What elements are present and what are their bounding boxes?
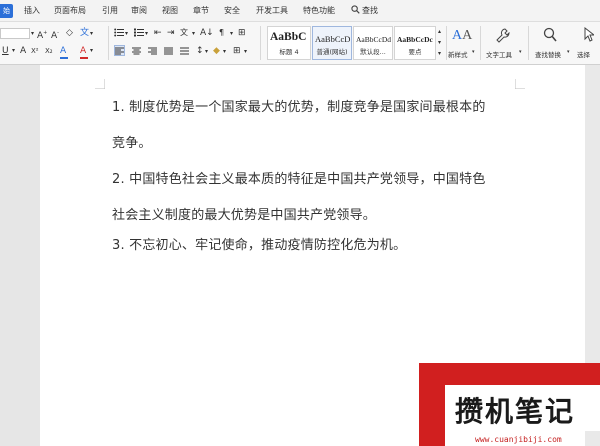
sort-icon[interactable]: A↓ bbox=[200, 28, 214, 38]
menu-bar: 始 插入 页面布局 引用 审阅 视图 章节 安全 开发工具 特色功能 查找 bbox=[0, 0, 600, 22]
style-name: 默认段... bbox=[360, 48, 386, 56]
decrease-indent-icon[interactable]: ⇤ bbox=[154, 28, 162, 38]
style-name: 标题 4 bbox=[279, 48, 299, 56]
align-center-icon[interactable] bbox=[132, 47, 141, 55]
ribbon-divider bbox=[528, 26, 529, 60]
chevron-down-icon[interactable]: ▾ bbox=[230, 29, 233, 39]
tab-references[interactable]: 引用 bbox=[102, 5, 118, 16]
text-effect-swatch bbox=[60, 57, 68, 59]
phonetic-guide-icon[interactable]: 文 bbox=[80, 28, 89, 38]
chevron-down-icon[interactable]: ▾ bbox=[223, 47, 226, 57]
grow-font-icon[interactable]: A+ bbox=[37, 28, 47, 41]
increase-indent-icon[interactable]: ⇥ bbox=[167, 28, 175, 38]
paragraph-line: 2. 中国特色社会主义最本质的特征是中国共产党领导，中国特色 bbox=[112, 172, 486, 187]
watermark-logo-text: 攒机笔记 bbox=[455, 395, 576, 428]
distribute-icon[interactable] bbox=[180, 47, 189, 55]
chevron-down-icon[interactable]: ▾ bbox=[519, 49, 522, 55]
chevron-down-icon[interactable]: ▾ bbox=[31, 29, 34, 39]
cursor-icon[interactable] bbox=[584, 27, 594, 42]
paragraph-2[interactable]: 2. 中国特色社会主义最本质的特征是中国共产党领导，中国特色 社会主义制度的最大… bbox=[112, 162, 532, 234]
superscript-icon[interactable]: X² bbox=[31, 46, 39, 56]
search-icon[interactable] bbox=[351, 5, 360, 14]
find-replace-label[interactable]: 查找替换 bbox=[535, 49, 561, 59]
style-key-points[interactable]: AaBbCcDc 要点 bbox=[394, 26, 436, 60]
style-name: 要点 bbox=[408, 48, 422, 56]
tab-chapter[interactable]: 章节 bbox=[193, 5, 209, 16]
chevron-down-icon[interactable]: ▾ bbox=[12, 46, 15, 56]
gallery-up-icon[interactable]: ▴ bbox=[438, 27, 441, 37]
shading-icon[interactable]: ◆ bbox=[213, 46, 220, 56]
tab-review[interactable]: 审阅 bbox=[131, 5, 147, 16]
ribbon-divider bbox=[108, 26, 109, 60]
numbering-icon[interactable] bbox=[134, 28, 144, 37]
borders-icon[interactable]: ⊞ bbox=[233, 46, 241, 56]
tab-developer-tools[interactable]: 开发工具 bbox=[256, 5, 288, 16]
table-icon[interactable]: ⊞ bbox=[238, 28, 246, 38]
chevron-down-icon[interactable]: ▾ bbox=[90, 46, 93, 56]
subscript-icon[interactable]: X₂ bbox=[45, 46, 53, 56]
chevron-down-icon[interactable]: ▾ bbox=[125, 29, 128, 39]
font-size-box[interactable] bbox=[0, 28, 30, 39]
chinese-layout-icon[interactable]: 文 bbox=[180, 28, 188, 38]
chevron-down-icon[interactable]: ▾ bbox=[205, 47, 208, 57]
paragraph-line: 竞争。 bbox=[112, 136, 152, 151]
style-preview: AaBbC bbox=[270, 31, 307, 43]
shrink-font-icon[interactable]: A- bbox=[51, 28, 59, 41]
chevron-down-icon[interactable]: ▾ bbox=[192, 29, 195, 39]
underline-icon[interactable]: U bbox=[2, 46, 9, 56]
clear-format-icon[interactable]: ◇ bbox=[66, 28, 73, 38]
tab-insert[interactable]: 插入 bbox=[24, 5, 40, 16]
chevron-down-icon[interactable]: ▾ bbox=[567, 49, 570, 55]
align-left-icon bbox=[115, 47, 124, 55]
paragraph-3[interactable]: 3. 不忘初心、牢记使命，推动疫情防控化危为机。 bbox=[112, 228, 532, 264]
new-style-label[interactable]: 新样式 bbox=[448, 49, 468, 59]
style-name: 普通(网站) bbox=[316, 48, 348, 56]
ribbon-divider bbox=[480, 26, 481, 60]
text-tools-label[interactable]: 文字工具 bbox=[486, 49, 512, 59]
style-heading4[interactable]: AaBbC 标题 4 bbox=[267, 26, 311, 60]
find-replace-icon[interactable] bbox=[543, 27, 557, 43]
tab-special-features[interactable]: 特色功能 bbox=[303, 5, 335, 16]
style-normal-web[interactable]: AaBbCcD 普通(网站) bbox=[312, 26, 352, 60]
gallery-more-icon[interactable]: ▾ bbox=[438, 49, 441, 59]
chevron-down-icon[interactable]: ▾ bbox=[472, 49, 475, 55]
line-spacing-icon[interactable]: ↕ bbox=[196, 46, 204, 56]
strikethrough-icon[interactable]: A bbox=[20, 46, 26, 56]
select-label[interactable]: 选择 bbox=[577, 49, 590, 59]
style-preview: AaBbCcD bbox=[315, 34, 351, 44]
bullets-icon[interactable] bbox=[114, 28, 124, 37]
tab-search[interactable]: 查找 bbox=[362, 5, 378, 16]
text-effect-icon[interactable]: A bbox=[60, 46, 66, 56]
ribbon-divider bbox=[446, 26, 447, 60]
align-right-icon[interactable] bbox=[148, 47, 157, 55]
chevron-down-icon[interactable]: ▾ bbox=[90, 29, 93, 39]
watermark-logo: 攒机笔记 www.cuanjibiji.com bbox=[419, 363, 600, 446]
style-default-paragraph[interactable]: AaBbCcDd 默认段... bbox=[353, 26, 393, 60]
new-style-icon[interactable]: AA bbox=[452, 28, 472, 43]
tab-security[interactable]: 安全 bbox=[224, 5, 240, 16]
tab-page-layout[interactable]: 页面布局 bbox=[54, 5, 86, 16]
ribbon-divider bbox=[260, 26, 261, 60]
chevron-down-icon[interactable]: ▾ bbox=[244, 47, 247, 57]
justify-icon[interactable] bbox=[164, 47, 173, 55]
margin-corner-mark bbox=[95, 79, 105, 89]
font-color-swatch bbox=[80, 57, 88, 59]
tab-start[interactable]: 始 bbox=[0, 4, 13, 18]
paragraph-line: 1. 制度优势是一个国家最大的优势，制度竞争是国家间最根本的 bbox=[112, 100, 486, 115]
paragraph-1[interactable]: 1. 制度优势是一个国家最大的优势，制度竞争是国家间最根本的 竞争。 bbox=[112, 90, 532, 162]
style-preview: AaBbCcDc bbox=[397, 35, 433, 44]
paragraph-line: 3. 不忘初心、牢记使命，推动疫情防控化危为机。 bbox=[112, 238, 407, 253]
ribbon: ▾ A+ A- ◇ 文 ▾ U ▾ A X² X₂ A A ▾ ▾ ▾ ⇤ ⇥ … bbox=[0, 22, 600, 65]
margin-corner-mark bbox=[515, 79, 525, 89]
wrench-icon[interactable] bbox=[496, 28, 510, 43]
gallery-down-icon[interactable]: ▾ bbox=[438, 38, 441, 48]
watermark-url: www.cuanjibiji.com bbox=[475, 435, 562, 444]
font-color-icon[interactable]: A bbox=[80, 46, 86, 56]
show-marks-icon[interactable]: ¶ bbox=[219, 28, 224, 38]
chevron-down-icon[interactable]: ▾ bbox=[145, 29, 148, 39]
style-preview: AaBbCcDd bbox=[356, 35, 391, 44]
tab-view[interactable]: 视图 bbox=[162, 5, 178, 16]
